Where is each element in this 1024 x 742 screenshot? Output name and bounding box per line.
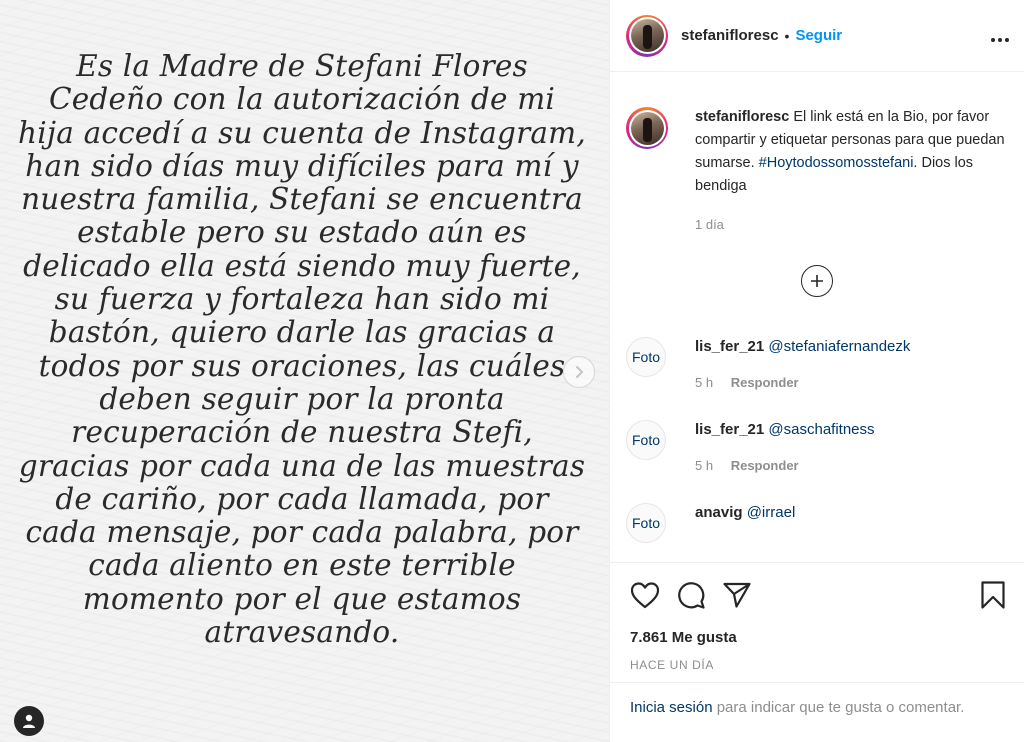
login-link[interactable]: Inicia sesión xyxy=(630,699,713,716)
comment-avatar[interactable]: Foto xyxy=(626,337,666,377)
caption-avatar[interactable] xyxy=(626,107,668,149)
reply-button[interactable]: Responder xyxy=(731,375,799,390)
comment-username[interactable]: lis_fer_21 xyxy=(695,421,764,438)
comment-mention[interactable]: @stefaniafernandezk xyxy=(768,338,910,355)
comment-time: 5 h xyxy=(695,458,714,473)
comment-avatar[interactable]: Foto xyxy=(626,420,666,460)
comment-item: Foto anavig @irrael xyxy=(626,503,1008,543)
save-button[interactable] xyxy=(980,580,1006,610)
post-actions: 7.861 Me gusta Hace un día xyxy=(610,562,1024,672)
likes-count[interactable]: 7.861 Me gusta xyxy=(630,629,1008,646)
load-more-comments-button[interactable] xyxy=(801,265,833,297)
comment-item: Foto lis_fer_21 @stefaniafernandezk 5 h … xyxy=(626,337,1008,390)
login-prompt: Inicia sesión para indicar que te gusta … xyxy=(610,682,1024,742)
comment-icon xyxy=(678,582,705,609)
follow-button[interactable]: Seguir xyxy=(795,27,842,44)
reply-button[interactable]: Responder xyxy=(731,458,799,473)
user-icon xyxy=(23,714,35,728)
post-sidebar: stefanifloresc • Seguir stefanifloresc E… xyxy=(609,0,1024,742)
post-image: Es la Madre de Stefani Flores Cedeño con… xyxy=(0,0,609,742)
comments-list[interactable]: stefanifloresc El link está en la Bio, p… xyxy=(610,73,1024,561)
login-prompt-text: para indicar que te gusta o comentar. xyxy=(712,699,965,716)
heart-icon xyxy=(630,582,660,609)
caption-time: 1 día xyxy=(695,217,724,232)
comment-username[interactable]: lis_fer_21 xyxy=(695,338,764,355)
chevron-right-icon xyxy=(576,366,584,378)
caption-username[interactable]: stefanifloresc xyxy=(695,109,789,125)
comment-item: Foto lis_fer_21 @saschafitness 5 h Respo… xyxy=(626,420,1008,473)
more-options-button[interactable] xyxy=(990,25,1010,47)
comment-button[interactable] xyxy=(676,580,706,610)
caption-hashtag[interactable]: #Hoytodossomosstefani xyxy=(759,155,914,171)
share-button[interactable] xyxy=(722,581,752,609)
bookmark-icon xyxy=(981,581,1005,609)
comment-time: 5 h xyxy=(695,375,714,390)
post-caption: stefanifloresc El link está en la Bio, p… xyxy=(626,73,1008,236)
tagged-users-button[interactable] xyxy=(14,706,44,736)
post-image-text: Es la Madre de Stefani Flores Cedeño con… xyxy=(18,49,586,650)
header-username[interactable]: stefanifloresc xyxy=(681,27,779,44)
comment-avatar[interactable]: Foto xyxy=(626,503,666,543)
post-timestamp: Hace un día xyxy=(630,658,714,672)
next-image-button[interactable] xyxy=(563,356,595,388)
like-button[interactable] xyxy=(630,581,660,609)
comment-mention[interactable]: @saschafitness xyxy=(768,421,874,438)
avatar[interactable] xyxy=(626,14,668,57)
paper-plane-icon xyxy=(723,582,751,608)
separator-dot: • xyxy=(784,27,790,44)
post-header: stefanifloresc • Seguir xyxy=(610,0,1024,72)
comment-mention[interactable]: @irrael xyxy=(747,504,796,521)
plus-circle-icon xyxy=(811,275,823,287)
more-icon xyxy=(991,37,1009,42)
comment-username[interactable]: anavig xyxy=(695,504,743,521)
